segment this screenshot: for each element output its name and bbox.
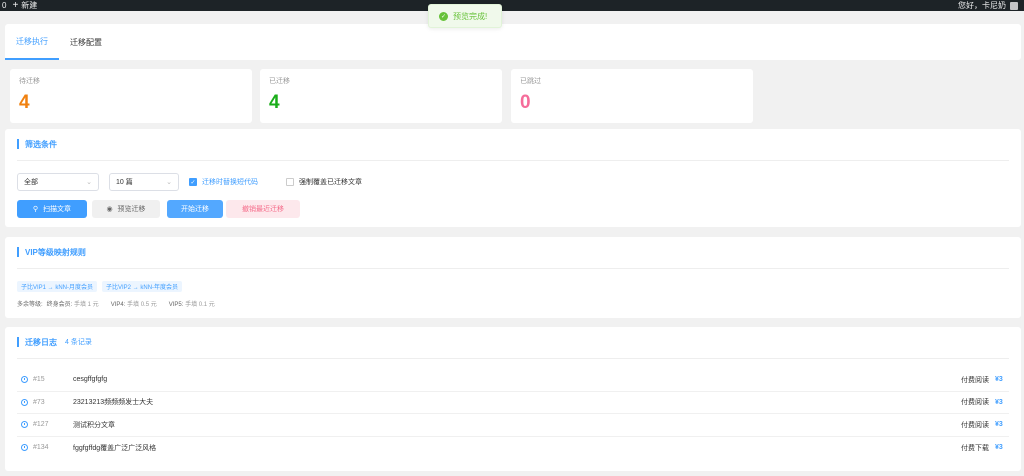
log-type: 付费下载 (961, 444, 989, 452)
comments-count[interactable]: 0 (2, 1, 6, 10)
scan-label: 扫描文章 (43, 206, 72, 213)
log-row: #15 cesgffgfgfg 付费阅读 ¥3 (17, 369, 1009, 392)
extra-levels: 多余等级: 终身会员: 手填 1 元 VIP4: 手填 0.5 元 VIP5: … (17, 299, 1009, 308)
log-type: 付费阅读 (961, 399, 989, 407)
log-id: #15 (33, 376, 45, 384)
checkbox-unchecked-icon (286, 178, 294, 186)
undo-migration-button[interactable]: 撤销最近迁移 (226, 200, 300, 218)
extra-levels-prefix: 多余等级: (17, 302, 43, 308)
new-label: 新建 (21, 1, 38, 10)
title-accent-bar (17, 337, 19, 347)
log-article-title: fggfgffdg覆盖广泛广泛风格 (73, 444, 157, 452)
extra-level: 终身会员: 手填 1 元 (47, 299, 99, 308)
start-migration-button[interactable]: 开始迁移 (167, 200, 223, 218)
stat-skipped: 已跳过 0 (511, 69, 753, 123)
replace-shortcode-label: 迁移时替换短代码 (202, 179, 258, 186)
stat-label: 已跳过 (520, 78, 541, 85)
chevron-down-icon: ⌄ (86, 179, 92, 186)
admin-bar: 0 + 新建 您好，卡尼奶 (0, 0, 1024, 11)
tab-migrate-run[interactable]: 迁移执行 (5, 24, 59, 60)
extra-level-name: VIP4: (110, 302, 126, 308)
new-button[interactable]: + 新建 (12, 0, 37, 11)
extra-level: VIP5: 手填 0.1 元 (169, 299, 215, 308)
log-price: ¥3 (995, 421, 1003, 429)
toast-message: ✓ 预览完成! (428, 4, 502, 28)
clock-icon (21, 398, 28, 406)
log-price: ¥3 (995, 376, 1003, 384)
extra-level-value: 手填 0.1 元 (185, 302, 215, 308)
log-list: #15 cesgffgfgfg 付费阅读 ¥3 #73 23213213频频频发… (17, 369, 1009, 459)
clock-icon (21, 421, 28, 429)
title-accent-bar (17, 139, 19, 149)
clock-icon (21, 376, 28, 384)
avatar (1010, 1, 1018, 10)
title-accent-bar (17, 247, 19, 257)
log-type: 付费阅读 (961, 376, 989, 384)
stat-label: 待迁移 (19, 78, 40, 85)
section-title: 迁移日志 4 条记录 (17, 335, 1009, 349)
stat-value: 4 (19, 92, 30, 113)
log-id: #73 (33, 398, 45, 406)
log-article-title: 23213213频频频发士大夫 (73, 399, 154, 407)
count-select-value: 10 篇 (116, 179, 133, 186)
search-icon: ⚲ (32, 206, 39, 213)
scope-select[interactable]: 全部 ⌄ (17, 173, 99, 191)
stat-label: 已迁移 (269, 78, 290, 85)
section-title: VIP等级映射规则 (17, 245, 1009, 259)
scan-articles-button[interactable]: ⚲ 扫描文章 (17, 200, 87, 218)
tab-bar: 迁移执行 迁移配置 (5, 24, 1021, 60)
divider (17, 268, 1009, 269)
log-count: 4 条记录 (65, 339, 92, 346)
chevron-down-icon: ⌄ (166, 179, 172, 186)
stat-migrated: 已迁移 4 (260, 69, 502, 123)
vip-mapping-tag: 子比VIP2 → kNN-年度会员 (102, 281, 183, 292)
extra-level-value: 手填 0.5 元 (127, 302, 157, 308)
vip-mapping-panel: VIP等级映射规则 子比VIP1 → kNN-月度会员 子比VIP2 → kNN… (5, 237, 1021, 318)
log-title: 迁移日志 (25, 337, 57, 347)
filter-title: 筛选条件 (25, 139, 57, 149)
force-overwrite-label: 强制覆盖已迁移文章 (299, 179, 362, 186)
stat-pending: 待迁移 4 (10, 69, 252, 123)
log-id: #127 (33, 421, 49, 429)
log-id: #134 (33, 444, 49, 452)
log-row: #73 23213213频频频发士大夫 付费阅读 ¥3 (17, 392, 1009, 414)
preview-migration-button[interactable]: ◉ 预览迁移 (92, 200, 160, 218)
checkbox-checked-icon: ✓ (189, 178, 197, 186)
filter-panel: 筛选条件 全部 ⌄ 10 篇 ⌄ ✓ 迁移时替换短代码 强制覆盖已迁移文章 ⚲ … (5, 129, 1021, 227)
count-select[interactable]: 10 篇 ⌄ (109, 173, 179, 191)
stat-value: 0 (520, 92, 531, 113)
extra-level-value: 手填 1 元 (74, 302, 99, 308)
divider (17, 160, 1009, 161)
migration-log-panel: 迁移日志 4 条记录 #15 cesgffgfgfg 付费阅读 ¥3 #73 2… (5, 327, 1021, 471)
clock-icon (21, 444, 28, 452)
user-menu[interactable]: 您好，卡尼奶 (958, 0, 1018, 11)
eye-icon: ◉ (106, 206, 113, 213)
check-circle-icon: ✓ (439, 11, 448, 21)
greeting: 您好，卡尼奶 (958, 1, 1006, 10)
log-price: ¥3 (995, 444, 1003, 452)
plus-icon: + (12, 0, 19, 11)
log-row: #127 测试积分文章 付费阅读 ¥3 (17, 414, 1009, 437)
vip-mapping-tag: 子比VIP1 → kNN-月度会员 (17, 281, 98, 292)
extra-level-name: 终身会员: (46, 302, 73, 308)
divider (17, 358, 1009, 359)
preview-label: 预览迁移 (117, 206, 146, 213)
log-article-title: cesgffgfgfg (73, 376, 108, 384)
stat-value: 4 (269, 92, 280, 113)
tab-migrate-config[interactable]: 迁移配置 (59, 24, 113, 60)
force-overwrite-checkbox[interactable]: 强制覆盖已迁移文章 (286, 177, 362, 187)
log-row: #134 fggfgffdg覆盖广泛广泛风格 付费下载 ¥3 (17, 437, 1009, 460)
toast-text: 预览完成! (453, 11, 488, 21)
vip-title: VIP等级映射规则 (25, 247, 86, 257)
log-price: ¥3 (995, 398, 1003, 406)
log-type: 付费阅读 (961, 421, 989, 429)
log-article-title: 测试积分文章 (73, 421, 115, 429)
replace-shortcode-checkbox[interactable]: ✓ 迁移时替换短代码 (189, 177, 258, 187)
extra-level: VIP4: 手填 0.5 元 (111, 299, 157, 308)
extra-level-name: VIP5: (168, 302, 184, 308)
section-title: 筛选条件 (17, 137, 1009, 151)
scope-select-value: 全部 (24, 179, 38, 186)
